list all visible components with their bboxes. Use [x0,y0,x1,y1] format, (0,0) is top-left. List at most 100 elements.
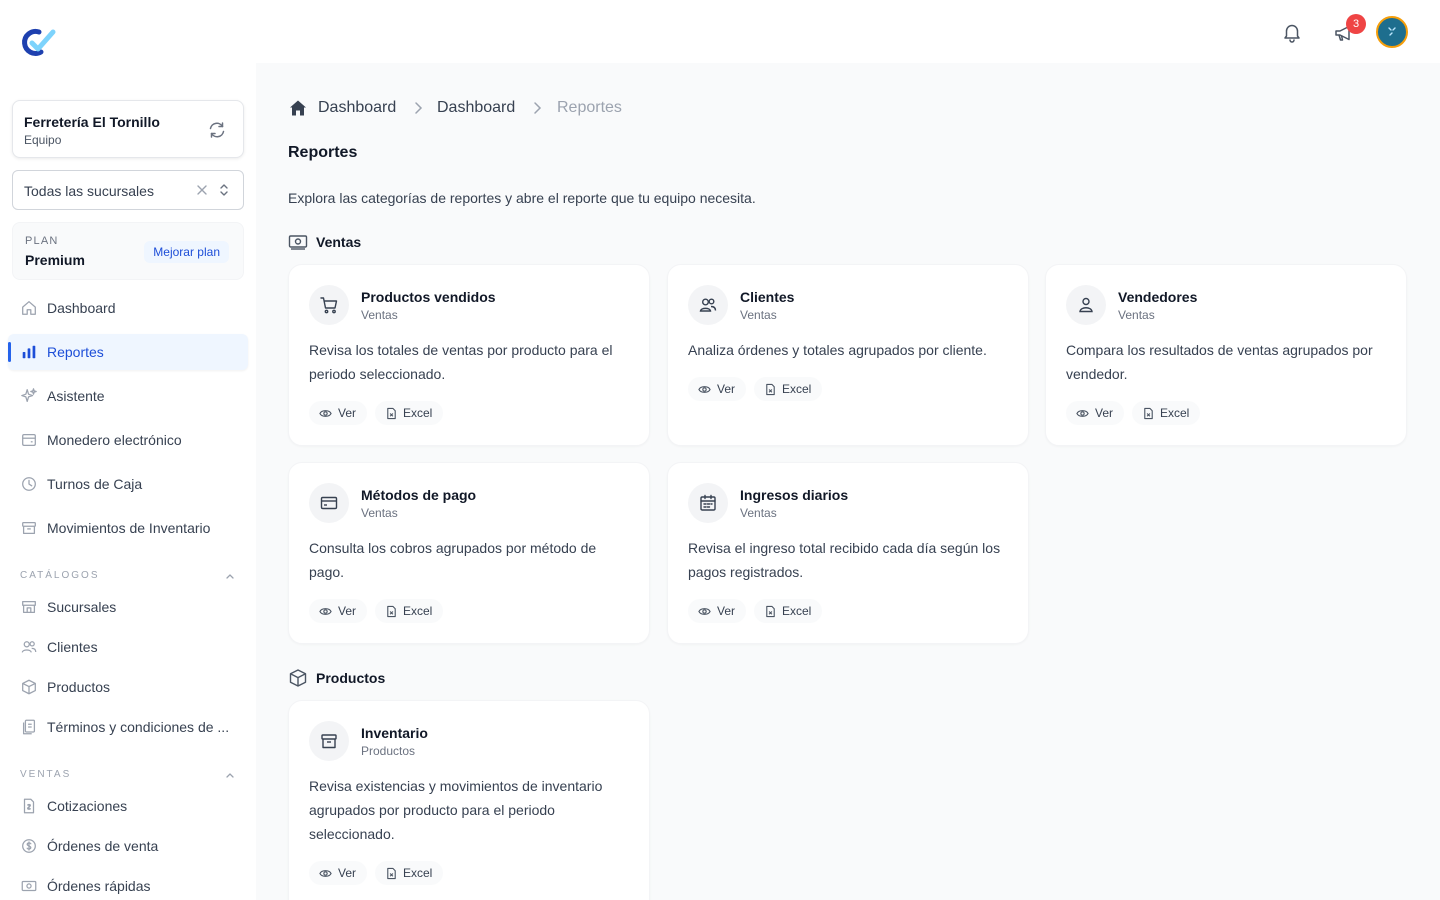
sidebar-item-label: Órdenes rápidas [47,878,151,894]
users-icon [699,298,717,312]
category-title: Productos [316,670,386,686]
sidebar: Ferretería El Tornillo Equipo Todas las … [0,0,256,900]
report-icon-wrap [1066,285,1106,325]
report-card-metodos-pago[interactable]: Métodos de pago Ventas Consulta los cobr… [288,462,650,644]
report-icon-wrap [688,285,728,325]
report-category: Ventas [1118,308,1155,322]
cube-icon [289,669,307,687]
view-report-button[interactable]: Ver [688,377,746,401]
credit-card-icon [320,496,338,510]
sidebar-item-reportes[interactable]: Reportes [8,334,248,370]
report-card-ingresos-diarios[interactable]: Ingresos diarios Ventas Revisa el ingres… [667,462,1029,644]
clear-icon[interactable] [195,183,209,197]
sidebar-item-turnos-caja[interactable]: Turnos de Caja [8,466,248,502]
sidebar-item-label: Dashboard [47,300,116,316]
excel-label: Excel [782,604,812,618]
organization-switcher[interactable]: Ferretería El Tornillo Equipo [12,100,244,158]
report-icon-wrap [309,721,349,761]
report-icon-wrap [309,483,349,523]
dollar-circle-icon [22,839,36,853]
export-excel-button[interactable]: Excel [375,401,443,425]
report-icon-wrap [309,285,349,325]
view-report-button[interactable]: Ver [688,599,746,623]
export-excel-button[interactable]: Excel [754,599,822,623]
sidebar-item-terminos[interactable]: Términos y condiciones de ... [8,709,248,745]
sidebar-item-label: Términos y condiciones de ... [47,719,230,735]
view-report-button[interactable]: Ver [309,599,367,623]
sidebar-item-ordenes-rapidas[interactable]: Órdenes rápidas [8,868,248,900]
export-excel-button[interactable]: Excel [375,861,443,885]
view-report-button[interactable]: Ver [309,861,367,885]
branch-select-value: Todas las sucursales [24,183,154,199]
sidebar-item-productos[interactable]: Productos [8,669,248,705]
sidebar-item-ordenes-venta[interactable]: Órdenes de venta [8,828,248,864]
sidebar-item-clientes[interactable]: Clientes [8,629,248,665]
page-description: Explora las categorías de reportes y abr… [288,190,756,206]
export-excel-button[interactable]: Excel [375,599,443,623]
user-icon [1079,297,1093,313]
view-report-button[interactable]: Ver [309,401,367,425]
sidebar-item-asistente[interactable]: Asistente [8,378,248,414]
section-title: VENTAS [20,769,72,780]
export-excel-button[interactable]: Excel [1132,401,1200,425]
section-header-ventas[interactable]: VENTAS [20,767,236,783]
file-spreadsheet-icon [387,605,396,618]
sidebar-item-label: Turnos de Caja [47,476,143,492]
view-label: Ver [1095,406,1114,420]
sidebar-item-label: Movimientos de Inventario [47,520,211,536]
eye-icon [319,870,332,877]
breadcrumb-item[interactable]: Dashboard [318,99,396,117]
plan-card: PLAN Premium Mejorar plan [12,222,244,280]
users-icon [21,641,37,653]
archive-icon [22,521,36,535]
chevron-right-icon [534,102,542,114]
report-card-inventario[interactable]: Inventario Productos Revisa existencias … [288,700,650,900]
report-title: Clientes [740,289,795,305]
branch-select[interactable]: Todas las sucursales [12,170,244,210]
breadcrumb-item[interactable]: Dashboard [437,99,515,117]
organization-role: Equipo [24,133,62,147]
report-icon-wrap [688,483,728,523]
section-header-catalogos[interactable]: CATÁLOGOS [20,568,236,584]
home-icon [22,301,36,315]
sidebar-item-movimientos-inventario[interactable]: Movimientos de Inventario [8,510,248,546]
sidebar-item-label: Asistente [47,388,105,404]
eye-icon [698,386,711,393]
excel-label: Excel [403,604,433,618]
report-category: Ventas [361,308,398,322]
report-card-clientes[interactable]: Clientes Ventas Analiza órdenes y totale… [667,264,1029,446]
report-card-vendedores[interactable]: Vendedores Ventas Compara los resultados… [1045,264,1407,446]
view-label: Ver [717,604,736,618]
view-label: Ver [338,406,357,420]
file-spreadsheet-icon [1144,407,1153,420]
notification-count-badge: 3 [1346,14,1366,34]
report-category: Ventas [740,506,777,520]
export-excel-button[interactable]: Excel [754,377,822,401]
sidebar-item-monedero[interactable]: Monedero electrónico [8,422,248,458]
view-report-button[interactable]: Ver [1066,401,1124,425]
plan-label: PLAN [25,235,59,247]
report-category: Productos [361,744,416,758]
page-title: Reportes [288,144,358,161]
report-description: Analiza órdenes y totales agrupados por … [688,342,987,358]
report-card-productos-vendidos[interactable]: Productos vendidos Ventas Revisa los tot… [288,264,650,446]
file-spreadsheet-icon [387,407,396,420]
eye-icon [319,608,332,615]
sidebar-item-cotizaciones[interactable]: Cotizaciones [8,788,248,824]
sidebar-item-dashboard[interactable]: Dashboard [8,290,248,326]
eye-icon [1076,410,1089,417]
user-avatar[interactable] [1376,16,1408,48]
upgrade-plan-button[interactable]: Mejorar plan [144,241,229,263]
home-icon[interactable] [288,98,308,118]
sidebar-item-sucursales[interactable]: Sucursales [8,589,248,625]
app-logo-icon[interactable] [20,26,56,58]
refresh-icon[interactable] [207,120,227,140]
quote-document-icon [23,798,35,814]
banknote-icon [21,880,37,892]
bell-icon[interactable] [1281,21,1303,43]
store-icon [22,600,36,614]
report-title: Inventario [361,725,428,741]
eye-icon [319,410,332,417]
chevron-up-icon [226,773,234,778]
report-category: Ventas [740,308,777,322]
